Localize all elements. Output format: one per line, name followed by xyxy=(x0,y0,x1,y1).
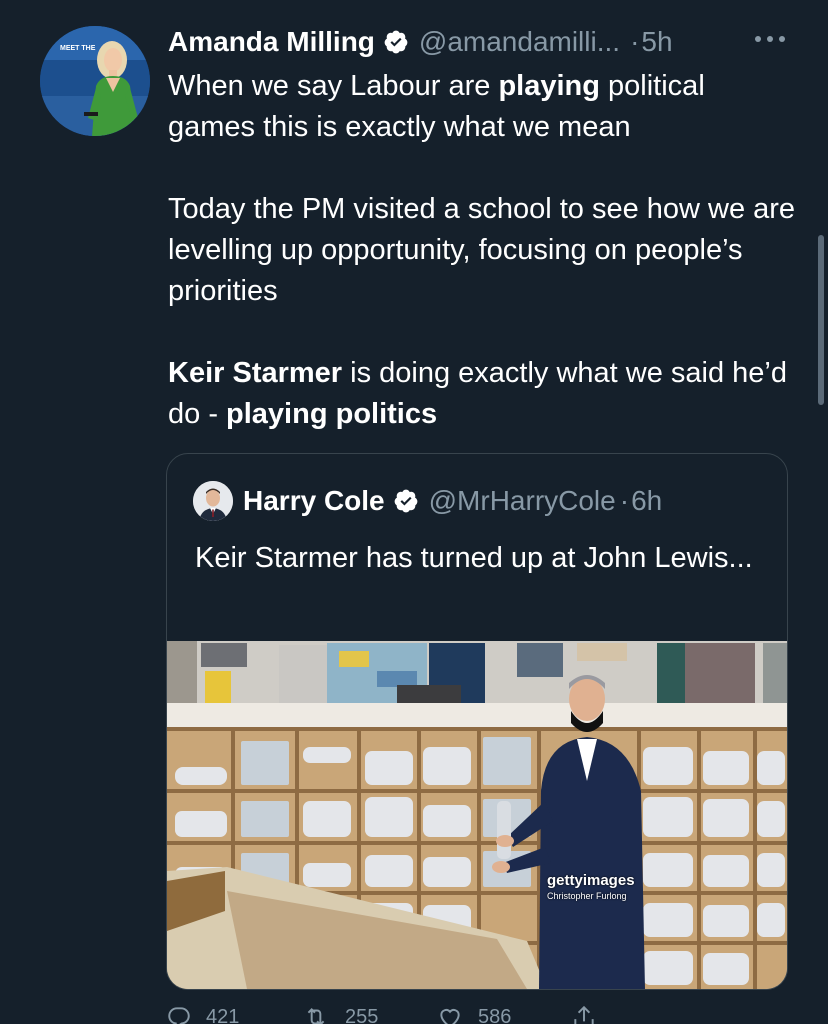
getty-watermark: gettyimages Christopher Furlong xyxy=(547,873,635,904)
reply-button[interactable]: 421 xyxy=(166,1004,301,1024)
retweet-button[interactable]: 255 xyxy=(301,1004,436,1024)
author-avatar-image: MEET THE xyxy=(40,26,150,136)
retweet-count: 255 xyxy=(345,1005,379,1024)
tweet-paragraph-3: Keir Starmer is doing exactly what we sa… xyxy=(168,353,798,435)
like-icon xyxy=(440,1009,460,1024)
author-handle[interactable]: @amandamilli... xyxy=(419,26,620,58)
quoted-author-avatar[interactable] xyxy=(193,481,233,521)
scrollbar[interactable] xyxy=(818,235,824,405)
tweet-actions: 421 255 586 xyxy=(166,1004,706,1024)
photo-shop-scene xyxy=(167,641,787,989)
header-separator: · xyxy=(630,26,640,57)
share-button[interactable] xyxy=(571,1004,706,1024)
quoted-header-separator: · xyxy=(619,485,630,516)
tweet-text-bold: Keir Starmer xyxy=(168,357,343,389)
tweet[interactable]: MEET THE Amanda Milling @amandamilli... xyxy=(0,0,828,1024)
quoted-author-handle[interactable]: @MrHarryCole xyxy=(429,485,616,517)
like-button[interactable]: 586 xyxy=(436,1004,571,1024)
tweet-time[interactable]: 5h xyxy=(641,26,672,58)
reply-icon xyxy=(168,1007,190,1024)
author-display-name[interactable]: Amanda Milling xyxy=(168,26,375,58)
quoted-author-display-name[interactable]: Harry Cole xyxy=(243,485,385,517)
avatar-backdrop-text: MEET THE xyxy=(60,45,96,52)
photo-credit: Christopher Furlong xyxy=(547,891,627,901)
tweet-text-bold: playing xyxy=(498,70,600,102)
tweet-paragraph-1: When we say Labour are playing political… xyxy=(168,66,798,148)
tweet-text-bold: playing politics xyxy=(226,398,438,430)
quoted-tweet-time[interactable]: 6h xyxy=(631,485,662,517)
verified-badge-icon xyxy=(393,488,419,514)
share-icon xyxy=(574,1005,594,1024)
tweet-body: When we say Labour are playing political… xyxy=(168,66,798,435)
more-icon[interactable] xyxy=(752,32,788,46)
tweet-paragraph-2: Today the PM visited a school to see how… xyxy=(168,193,796,307)
quoted-tweet-header: Harry Cole @MrHarryCole · 6h xyxy=(193,480,662,522)
quoted-tweet-photo[interactable]: gettyimages Christopher Furlong xyxy=(167,641,787,989)
reply-count: 421 xyxy=(206,1005,240,1024)
like-count: 586 xyxy=(478,1005,512,1024)
quoted-tweet[interactable]: Harry Cole @MrHarryCole · 6h Keir Starme… xyxy=(166,453,788,990)
tweet-header: Amanda Milling @amandamilli... · 5h xyxy=(168,22,673,62)
retweet-icon xyxy=(307,1008,325,1024)
quoted-tweet-text: Keir Starmer has turned up at John Lewis… xyxy=(195,542,753,574)
watermark-text: gettyimages xyxy=(547,872,635,889)
tweet-text-segment: When we say Labour are xyxy=(168,70,499,102)
author-avatar[interactable]: MEET THE xyxy=(40,26,150,136)
verified-badge-icon xyxy=(383,29,409,55)
